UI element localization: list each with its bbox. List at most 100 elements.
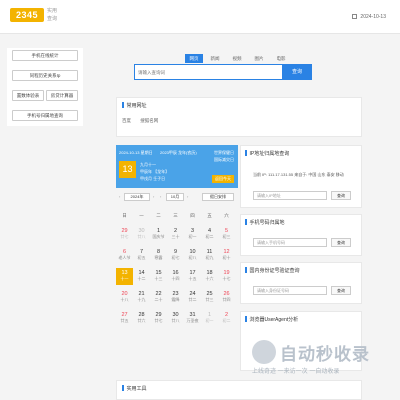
tools-panel: 实用工具	[116, 380, 362, 400]
next-year-arrow-icon[interactable]: ›	[153, 194, 154, 199]
sites-panel: 常用网址 百度 搜狐名网	[116, 97, 362, 137]
calendar-icon	[352, 14, 358, 19]
tab-web[interactable]: 网页	[185, 54, 203, 63]
calendar-day-cell[interactable]: 5 初三	[218, 226, 235, 243]
ip-input[interactable]: 请输入IP地址	[253, 191, 327, 200]
site-link-baidu[interactable]: 百度	[122, 118, 131, 123]
phone-panel: 手机号码归属地 请输入手机号码 查询	[240, 214, 362, 256]
calendar-day-cell[interactable]: 25 廿三	[201, 289, 218, 306]
ua-panel-title: 浏览器UserAgent分析	[245, 316, 299, 323]
calendar-day-lunar: 初七	[171, 255, 180, 260]
weekday-tue: 二	[156, 213, 161, 218]
calendar-day-cell[interactable]: 7 初五	[133, 247, 150, 264]
calendar-lunar-day: 九月十一	[140, 162, 156, 167]
calendar-day-cell[interactable]: 31 万圣夜	[184, 310, 201, 327]
calendar-day-lunar: 廿八	[137, 234, 146, 239]
calendar-day-cell[interactable]: 19 十七	[218, 268, 235, 285]
calendar-day-cell[interactable]: 22 二十	[150, 289, 167, 306]
sidebar-item-phone-online[interactable]: 手机在线统计	[12, 50, 78, 61]
sites-list: 百度 搜狐名网	[122, 118, 166, 124]
calendar-day-lunar: 十一	[120, 276, 129, 281]
calendar-day-cell[interactable]: 29 廿七	[116, 226, 133, 243]
weekday-fri: 五	[207, 213, 212, 218]
calendar-header-date: 2024-10-13 星期日	[119, 150, 153, 155]
idcard-input[interactable]: 请输入身份证号码	[253, 286, 327, 295]
calendar-day-lunar: 初二	[222, 318, 231, 323]
calendar-header-cn-year: 2023甲辰 龙年(农历)	[160, 150, 197, 155]
tools-panel-title: 实用工具	[122, 385, 147, 392]
calendar-day-cell[interactable]: 2 初二	[218, 310, 235, 327]
search-box: 查询	[134, 64, 312, 80]
tab-news[interactable]: 新闻	[207, 54, 223, 63]
watermark-subtext: 上线奇迹 一来访一次 一自动收录	[252, 369, 340, 375]
calendar-day-cell[interactable]: 14 十二	[133, 268, 150, 285]
calendar-day-lunar: 十九	[137, 297, 146, 302]
calendar-day-cell[interactable]: 15 十三	[150, 268, 167, 285]
calendar-day-cell[interactable]: 11 初九	[201, 247, 218, 264]
tab-image[interactable]: 图片	[251, 54, 267, 63]
calendar-day-cell[interactable]: 13 十一	[116, 268, 133, 285]
calendar-day-lunar: 廿六	[137, 318, 146, 323]
calendar-day-cell[interactable]: 8 寒露	[150, 247, 167, 264]
calendar-day-cell[interactable]: 30 廿八	[167, 310, 184, 327]
prev-year-arrow-icon[interactable]: ‹	[119, 194, 120, 199]
calendar-day-lunar: 廿三	[205, 297, 214, 302]
calendar-day-cell[interactable]: 6 老人节	[116, 247, 133, 264]
phone-input[interactable]: 请输入手机号码	[253, 238, 327, 247]
sidebar-item-loan-calc[interactable]: 房贷计算器	[46, 90, 78, 101]
calendar-day-lunar: 初二	[205, 234, 214, 239]
ip-panel: IP地址归属地查询 当前 IP: 111.17.131.55 来自于: 中国 山…	[240, 145, 362, 208]
calendar-day-cell[interactable]: 1 初一	[201, 310, 218, 327]
weekday-wed: 三	[173, 213, 178, 218]
weekday-thu: 四	[190, 213, 195, 218]
calendar-day-lunar: 十四	[171, 276, 180, 281]
site-link-sohu[interactable]: 搜狐名网	[140, 118, 158, 123]
calendar-day-cell[interactable]: 24 廿二	[184, 289, 201, 306]
search-button[interactable]: 查询	[282, 64, 312, 80]
sidebar-item-table[interactable]: 置数体验表	[12, 90, 44, 101]
calendar-day-cell[interactable]: 20 十八	[116, 289, 133, 306]
month-select[interactable]: 10月	[166, 193, 184, 201]
site-logo[interactable]: 2345	[10, 8, 44, 22]
calendar-day-cell[interactable]: 23 霜降	[167, 289, 184, 306]
calendar-day-lunar: 十三	[154, 276, 163, 281]
calendar-day-cell[interactable]: 4 初二	[201, 226, 218, 243]
calendar-day-cell[interactable]: 16 十四	[167, 268, 184, 285]
calendar-day-cell[interactable]: 21 十九	[133, 289, 150, 306]
sidebar-item-ip-history[interactable]: 同程历史关系Ip	[12, 70, 78, 81]
holiday-select[interactable]: 假日安排	[202, 193, 234, 201]
calendar-day-cell[interactable]: 12 初十	[218, 247, 235, 264]
calendar-day-cell[interactable]: 17 十五	[184, 268, 201, 285]
calendar-day-cell[interactable]: 27 廿五	[116, 310, 133, 327]
calendar-day-cell[interactable]: 18 十六	[201, 268, 218, 285]
year-select[interactable]: 2024年	[124, 193, 150, 201]
prev-month-arrow-icon[interactable]: ‹	[160, 194, 161, 199]
calendar-day-cell[interactable]: 30 廿八	[133, 226, 150, 243]
calendar-day-lunar: 老人节	[118, 255, 131, 260]
tab-video[interactable]: 视频	[229, 54, 245, 63]
calendar-header: 2024-10-13 星期日 2023甲辰 龙年(农历) 世界保健日 国际减灾日…	[116, 145, 238, 188]
calendar-day-cell[interactable]: 9 初七	[167, 247, 184, 264]
logo-sub-line1: 实用	[47, 8, 58, 14]
next-month-arrow-icon[interactable]: ›	[187, 194, 188, 199]
search-input[interactable]	[138, 68, 278, 77]
return-today-button[interactable]: 返回今天	[212, 175, 234, 183]
idcard-query-button[interactable]: 查询	[331, 286, 351, 295]
calendar-day-cell[interactable]: 10 初八	[184, 247, 201, 264]
ip-query-button[interactable]: 查询	[331, 191, 351, 200]
calendar-day-cell[interactable]: 29 廿七	[150, 310, 167, 327]
calendar-day-big: 13	[119, 161, 136, 178]
sites-panel-title: 常用网址	[122, 102, 147, 109]
calendar-day-cell[interactable]: 3 初一	[184, 226, 201, 243]
calendar-day-cell[interactable]: 2 三十	[167, 226, 184, 243]
calendar-day-lunar: 初十	[222, 255, 231, 260]
calendar-day-lunar: 初九	[205, 255, 214, 260]
header-date-text: 2024-10-13	[360, 14, 386, 20]
calendar-day-cell[interactable]: 1 国庆节	[150, 226, 167, 243]
calendar-day-cell[interactable]: 28 廿六	[133, 310, 150, 327]
sidebar-item-phone-lookup[interactable]: 手机号归属地查询	[12, 110, 78, 121]
calendar-day-cell[interactable]: 26 廿四	[218, 289, 235, 306]
tab-movie[interactable]: 电影	[273, 54, 289, 63]
watermark-logo-icon	[252, 340, 276, 364]
phone-query-button[interactable]: 查询	[331, 238, 351, 247]
